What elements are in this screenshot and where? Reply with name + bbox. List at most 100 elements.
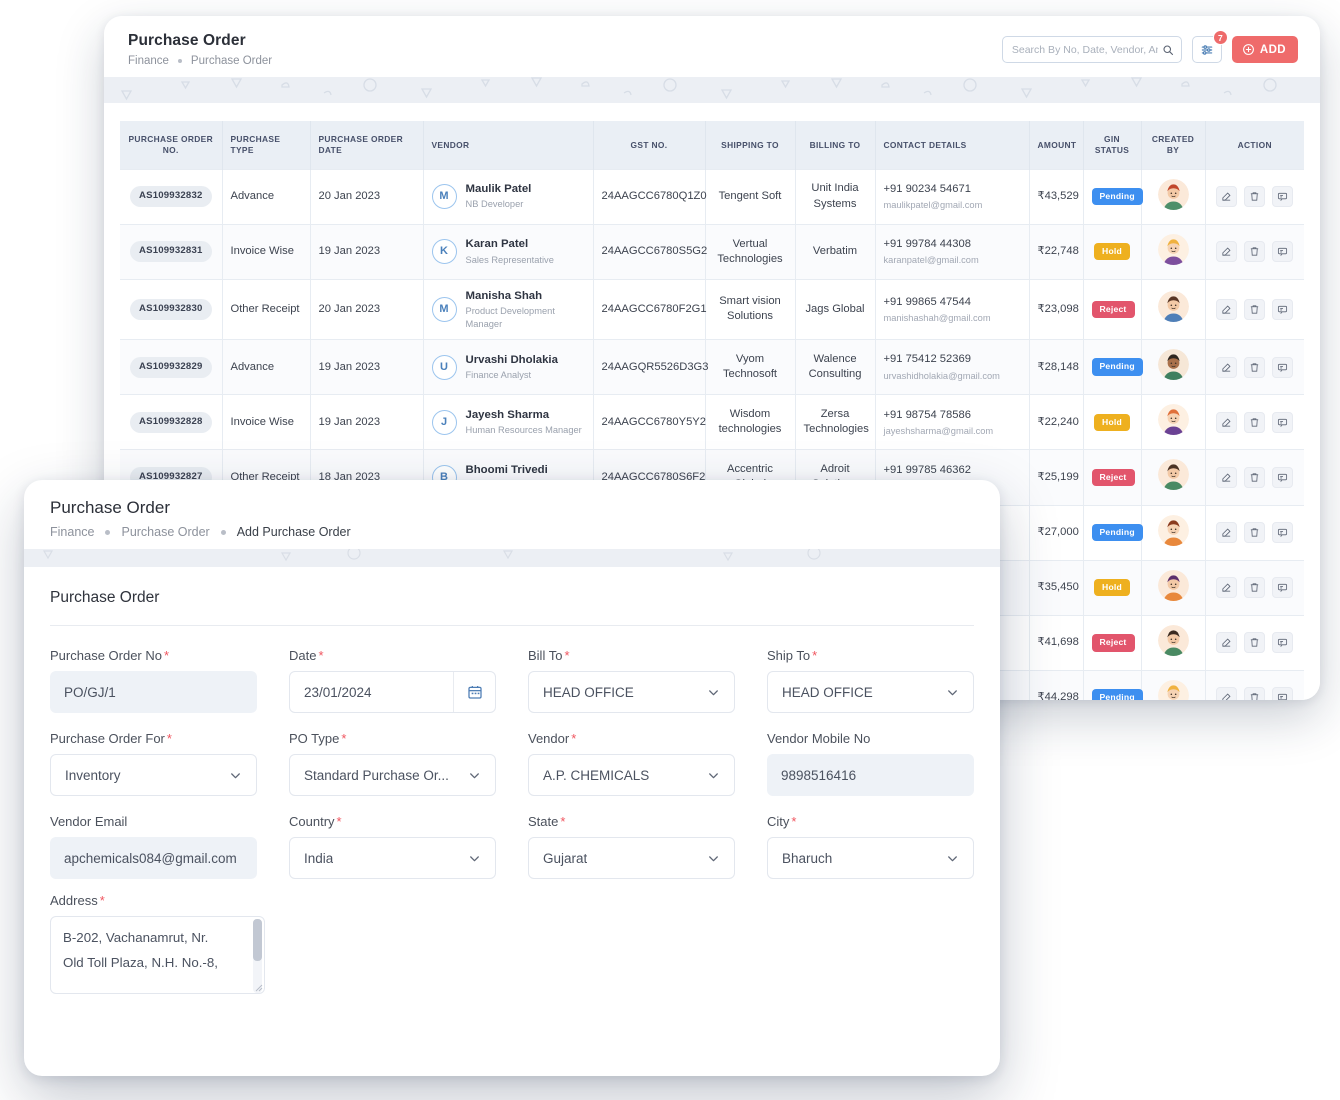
col-purchase-order-date[interactable]: PURCHASE ORDER DATE <box>310 121 423 169</box>
delete-row-button[interactable] <box>1244 687 1265 700</box>
comment-row-button[interactable] <box>1272 577 1293 598</box>
select-purchase-order-for[interactable]: Inventory <box>50 754 257 796</box>
delete-row-button[interactable] <box>1244 241 1265 262</box>
contact-email: maulikpatel@gmail.com <box>884 199 1021 212</box>
address-scrollbar[interactable] <box>253 919 262 993</box>
select-country[interactable]: India <box>289 837 496 879</box>
po-number-chip[interactable]: AS109932828 <box>130 412 212 433</box>
delete-row-button[interactable] <box>1244 577 1265 598</box>
edit-row-button[interactable] <box>1216 467 1237 488</box>
vendor-role: Human Resources Manager <box>466 424 582 437</box>
col-purchase-order-no[interactable]: PURCHASE ORDER NO. <box>120 121 222 169</box>
address-scrollbar-thumb[interactable] <box>253 919 262 961</box>
filter-button[interactable]: 7 <box>1192 36 1222 63</box>
table-row[interactable]: AS109932831 Invoice Wise 19 Jan 2023 K K… <box>120 224 1304 279</box>
chevron-down-icon <box>468 852 481 865</box>
delete-row-button[interactable] <box>1244 357 1265 378</box>
cell-shipping-to: Tengent Soft <box>705 169 795 224</box>
comment-row-button[interactable] <box>1272 687 1293 700</box>
screen-root: Purchase Order Finance Purchase Order <box>0 0 1340 1100</box>
comment-row-button[interactable] <box>1272 632 1293 653</box>
delete-row-button[interactable] <box>1244 632 1265 653</box>
col-billing-to[interactable]: BILLING TO <box>795 121 875 169</box>
edit-row-button[interactable] <box>1216 687 1237 700</box>
col-gst-no[interactable]: GST NO. <box>593 121 705 169</box>
required-marker: * <box>100 893 105 908</box>
delete-icon <box>1249 692 1260 700</box>
comment-row-button[interactable] <box>1272 299 1293 320</box>
address-textarea[interactable]: B-202, Vachanamrut, Nr. Old Toll Plaza, … <box>50 916 265 994</box>
edit-row-button[interactable] <box>1216 299 1237 320</box>
col-purchase-type[interactable]: PURCHASE TYPE <box>222 121 310 169</box>
col-shipping-to[interactable]: SHIPPING TO <box>705 121 795 169</box>
cell-po-no[interactable]: AS109932829 <box>120 340 222 395</box>
table-row[interactable]: AS109932829 Advance 19 Jan 2023 U Urvash… <box>120 340 1304 395</box>
address-label: Address* <box>50 893 974 908</box>
search-input[interactable] <box>1012 44 1158 56</box>
select-state[interactable]: Gujarat <box>528 837 735 879</box>
breadcrumb-item-purchase-order[interactable]: Purchase Order <box>191 55 272 67</box>
cell-purchase-type: Invoice Wise <box>222 224 310 279</box>
delete-row-button[interactable] <box>1244 186 1265 207</box>
date-picker-button[interactable] <box>453 672 495 712</box>
po-number-chip[interactable]: AS109932831 <box>130 241 212 262</box>
table-row[interactable]: AS109932832 Advance 20 Jan 2023 M Maulik… <box>120 169 1304 224</box>
input-vendor-mobile-no[interactable]: 9898516416 <box>767 754 974 796</box>
edit-row-button[interactable] <box>1216 412 1237 433</box>
select-bill-to[interactable]: HEAD OFFICE <box>528 671 735 713</box>
search-box[interactable] <box>1002 36 1182 63</box>
input-date[interactable]: 23/01/2024 <box>289 671 496 713</box>
edit-row-button[interactable] <box>1216 357 1237 378</box>
select-po-type[interactable]: Standard Purchase Or... <box>289 754 496 796</box>
edit-row-button[interactable] <box>1216 186 1237 207</box>
delete-row-button[interactable] <box>1244 467 1265 488</box>
po-number-chip[interactable]: AS109932832 <box>130 186 212 207</box>
resize-grip-icon[interactable] <box>255 984 263 992</box>
delete-row-button[interactable] <box>1244 299 1265 320</box>
cell-po-no[interactable]: AS109932832 <box>120 169 222 224</box>
modal-breadcrumb-item-purchase-order[interactable]: Purchase Order <box>121 525 209 539</box>
table-row[interactable]: AS109932828 Invoice Wise 19 Jan 2023 J J… <box>120 395 1304 450</box>
select-ship-to[interactable]: HEAD OFFICE <box>767 671 974 713</box>
delete-row-button[interactable] <box>1244 522 1265 543</box>
comment-row-button[interactable] <box>1272 467 1293 488</box>
comment-row-button[interactable] <box>1272 241 1293 262</box>
input-purchase-order-no[interactable]: PO/GJ/1 <box>50 671 257 713</box>
label-vendor-email: Vendor Email <box>50 814 257 829</box>
cell-po-no[interactable]: AS109932828 <box>120 395 222 450</box>
select-vendor[interactable]: A.P. CHEMICALS <box>528 754 735 796</box>
po-number-chip[interactable]: AS109932830 <box>130 299 212 320</box>
comment-row-button[interactable] <box>1272 186 1293 207</box>
comment-row-button[interactable] <box>1272 412 1293 433</box>
edit-row-button[interactable] <box>1216 522 1237 543</box>
edit-row-button[interactable] <box>1216 241 1237 262</box>
edit-row-button[interactable] <box>1216 632 1237 653</box>
field-vendor-email: Vendor Email apchemicals084@gmail.com <box>50 814 257 879</box>
comment-icon <box>1277 246 1288 257</box>
modal-breadcrumb-item-finance[interactable]: Finance <box>50 525 94 539</box>
comment-row-button[interactable] <box>1272 522 1293 543</box>
vendor-role: Sales Representative <box>466 254 554 267</box>
col-created-by[interactable]: CREATED BY <box>1141 121 1205 169</box>
status-badge: Reject <box>1092 301 1135 319</box>
status-badge: Pending <box>1092 358 1143 376</box>
edit-icon <box>1221 582 1232 593</box>
chevron-down-icon <box>229 769 242 782</box>
col-vendor[interactable]: VENDOR <box>423 121 593 169</box>
col-contact-details[interactable]: CONTACT DETAILS <box>875 121 1029 169</box>
col-amount[interactable]: AMOUNT <box>1029 121 1083 169</box>
table-row[interactable]: AS109932830 Other Receipt 20 Jan 2023 M … <box>120 279 1304 339</box>
cell-po-no[interactable]: AS109932830 <box>120 279 222 339</box>
delete-row-button[interactable] <box>1244 412 1265 433</box>
col-gin-status[interactable]: GIN STATUS <box>1083 121 1141 169</box>
cell-po-no[interactable]: AS109932831 <box>120 224 222 279</box>
add-button[interactable]: ADD <box>1232 36 1298 63</box>
comment-row-button[interactable] <box>1272 357 1293 378</box>
modal-breadcrumb-item-add-purchase-order[interactable]: Add Purchase Order <box>237 525 351 539</box>
chevron-down-icon <box>468 769 481 782</box>
input-vendor-email[interactable]: apchemicals084@gmail.com <box>50 837 257 879</box>
breadcrumb-item-finance[interactable]: Finance <box>128 55 169 67</box>
edit-row-button[interactable] <box>1216 577 1237 598</box>
select-city[interactable]: Bharuch <box>767 837 974 879</box>
po-number-chip[interactable]: AS109932829 <box>130 357 212 378</box>
